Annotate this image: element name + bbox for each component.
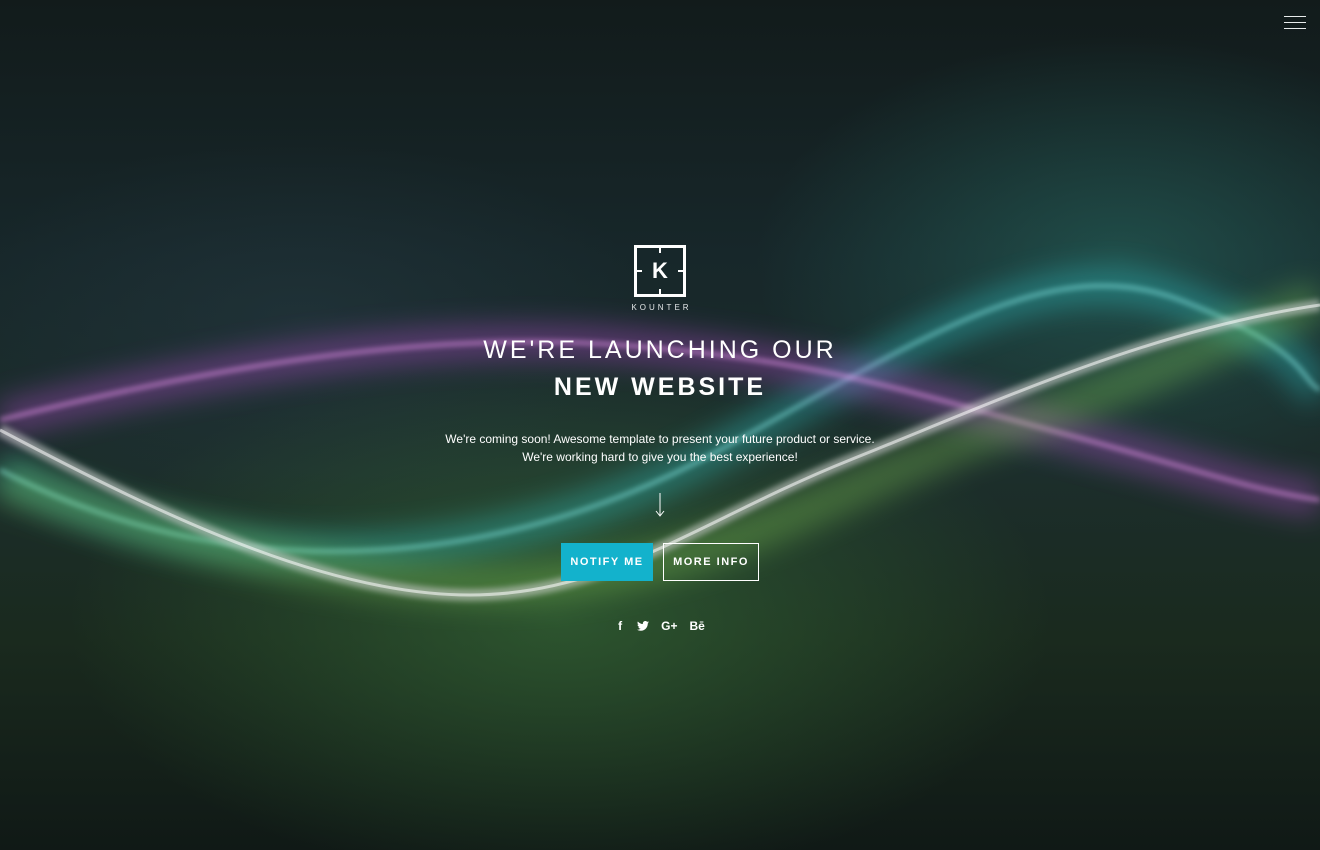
hero-description: We're coming soon! Awesome template to p… bbox=[0, 430, 1320, 466]
menu-line bbox=[1284, 28, 1306, 29]
hero-content: K KOUNTER WE'RE LAUNCHING OUR NEW WEBSIT… bbox=[0, 245, 1320, 633]
description-line: We're working hard to give you the best … bbox=[522, 450, 798, 464]
landing-page: K KOUNTER WE'RE LAUNCHING OUR NEW WEBSIT… bbox=[0, 0, 1320, 850]
hero-subtitle: NEW WEBSITE bbox=[553, 373, 767, 401]
logo[interactable]: K bbox=[634, 245, 686, 297]
google-plus-icon[interactable]: G+ bbox=[661, 619, 677, 633]
social-links: f G+ Bē bbox=[0, 619, 1320, 633]
hamburger-menu-icon[interactable] bbox=[1284, 16, 1306, 32]
facebook-icon[interactable]: f bbox=[615, 619, 625, 633]
cta-buttons: NOTIFY ME MORE INFO bbox=[0, 543, 1320, 581]
hero-title: WE'RE LAUNCHING OUR bbox=[483, 336, 837, 364]
behance-icon[interactable]: Bē bbox=[690, 619, 705, 633]
twitter-icon[interactable] bbox=[637, 619, 650, 633]
logo-letter: K bbox=[652, 258, 668, 283]
logo-name: KOUNTER bbox=[631, 303, 692, 312]
twitter-bird-icon bbox=[637, 621, 650, 631]
notify-me-button[interactable]: NOTIFY ME bbox=[561, 543, 653, 581]
more-info-button[interactable]: MORE INFO bbox=[663, 543, 759, 581]
arrow-down-icon[interactable] bbox=[650, 492, 670, 518]
menu-line bbox=[1284, 22, 1306, 23]
menu-line bbox=[1284, 16, 1306, 17]
description-line: We're coming soon! Awesome template to p… bbox=[445, 432, 875, 446]
